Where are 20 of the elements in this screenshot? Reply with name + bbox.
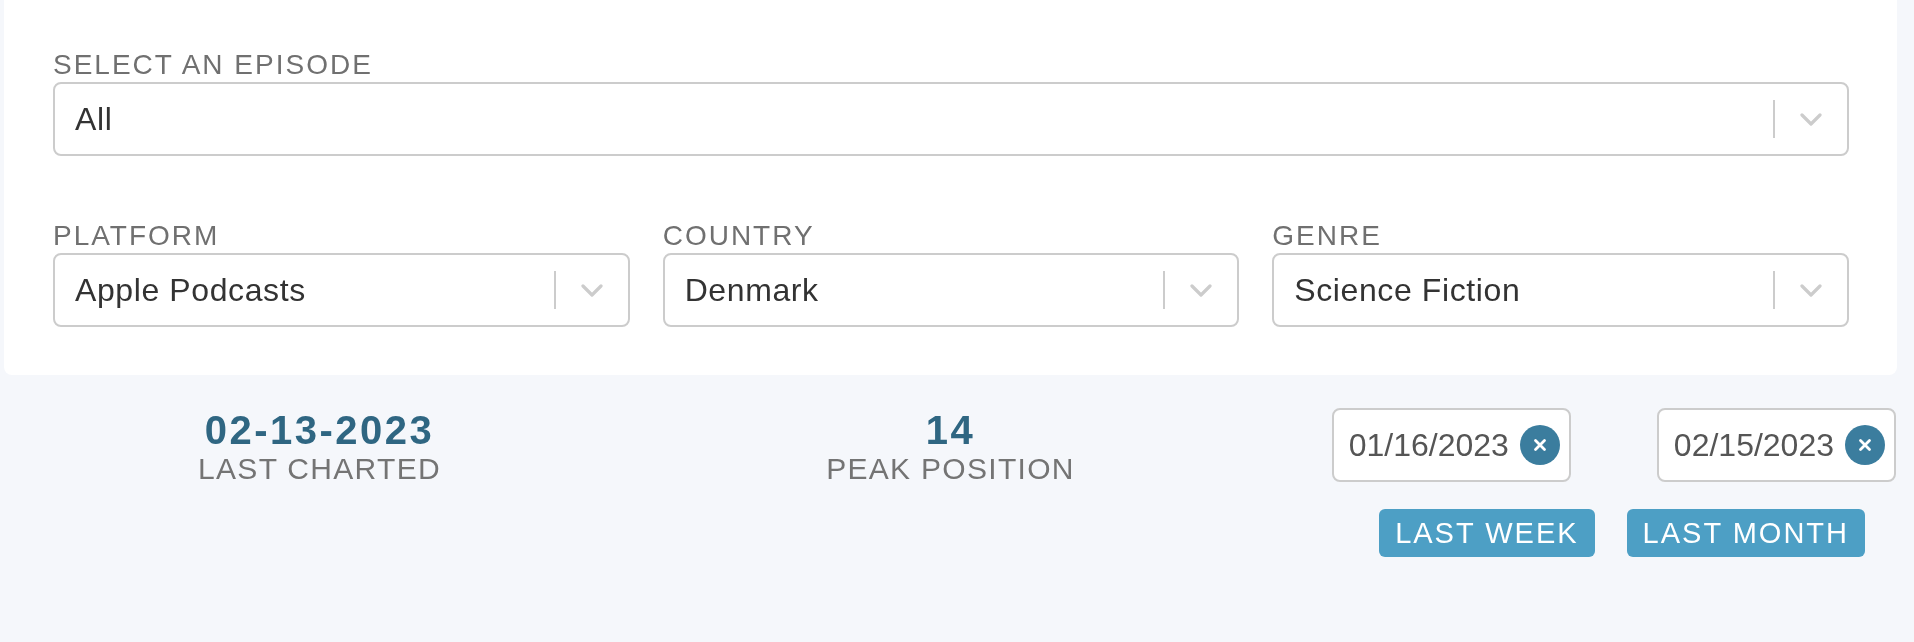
chevron-down-icon — [1190, 283, 1213, 297]
filter-select[interactable]: Denmark — [662, 253, 1240, 327]
chevron-down-icon — [580, 283, 603, 297]
stat-label: LAST CHARTED — [198, 452, 441, 486]
close-icon[interactable] — [1845, 425, 1885, 465]
episode-select[interactable]: All — [53, 82, 1849, 156]
start-date-field[interactable]: 01/16/2023 — [1331, 408, 1571, 482]
field-label: GENRE — [1272, 219, 1382, 253]
field-label: COUNTRY — [662, 219, 815, 253]
stat-label: PEAK POSITION — [826, 452, 1075, 486]
end-date-field[interactable]: 02/15/2023 — [1656, 408, 1896, 482]
filter-select[interactable]: Science Fiction — [1272, 253, 1849, 327]
stat-value: 14 — [925, 408, 976, 452]
field-label: PLATFORM — [53, 219, 220, 253]
chevron-down-icon — [1800, 283, 1822, 297]
filter-select[interactable]: Apple Podcasts — [53, 253, 630, 327]
close-icon[interactable] — [1519, 425, 1560, 465]
stat-value: 02-13-2023 — [204, 408, 435, 452]
field-label: SELECT AN EPISODE — [53, 48, 373, 82]
chevron-down-icon — [1800, 112, 1822, 126]
